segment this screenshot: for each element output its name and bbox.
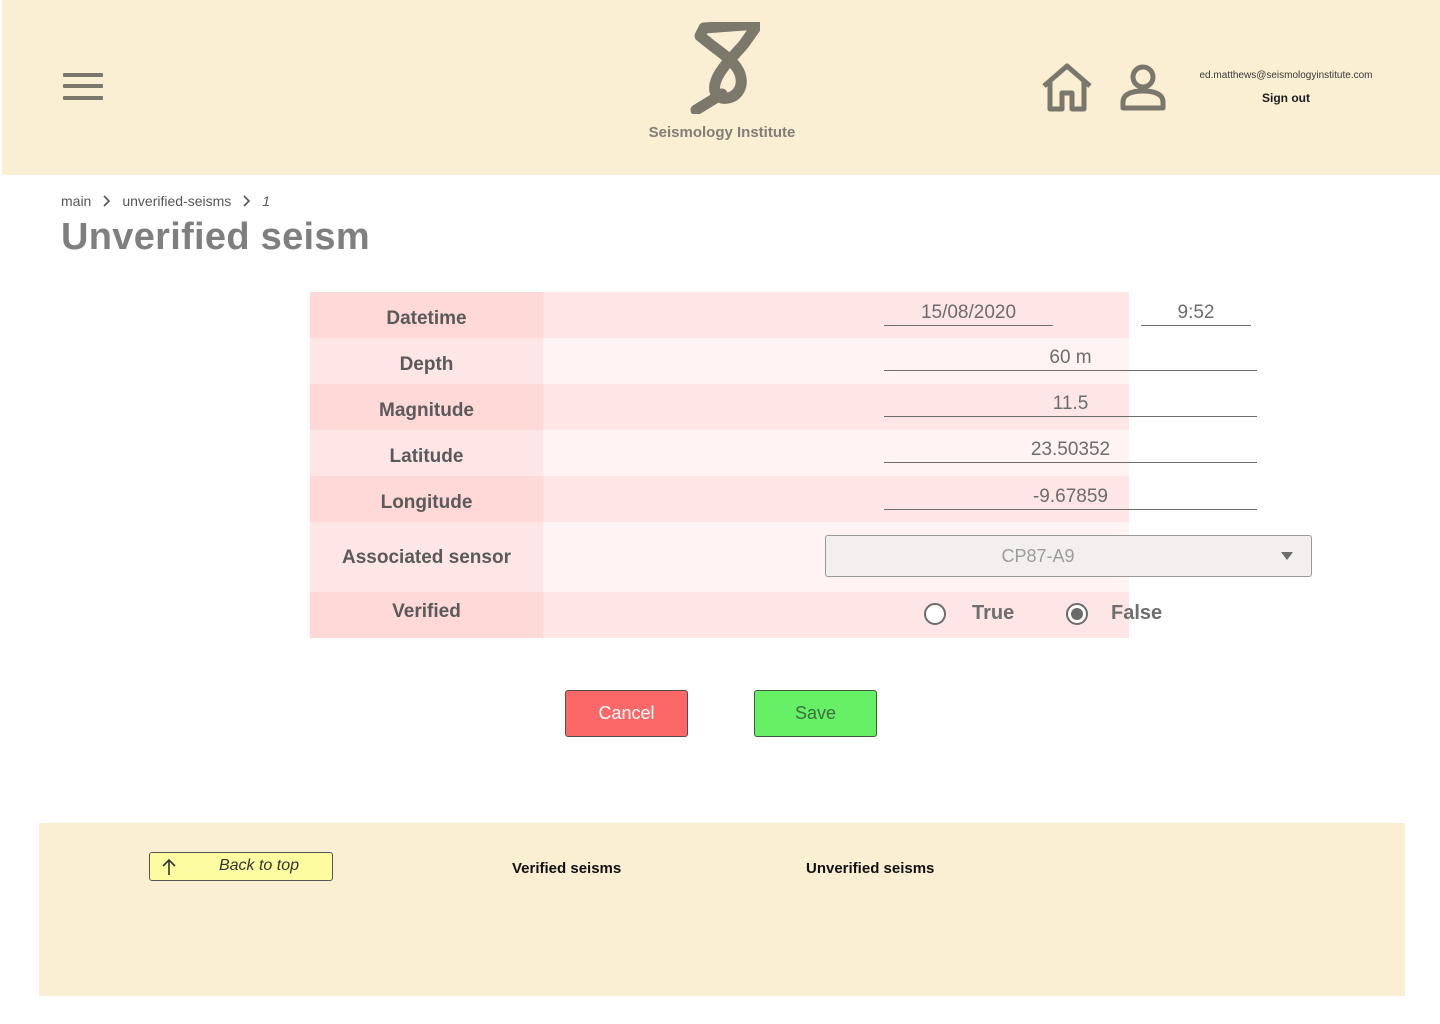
footer: Back to top Verified seisms Unverified s…	[39, 823, 1405, 996]
depth-label: Depth	[310, 338, 543, 384]
header: Seismology Institute ed.matthews@seismol…	[2, 0, 1440, 175]
verified-label: Verified	[310, 592, 543, 638]
breadcrumb: main unverified-seisms 1	[61, 191, 270, 211]
user-icon[interactable]	[1118, 64, 1168, 112]
chevron-right-icon	[243, 195, 251, 207]
verified-true-radio[interactable]	[924, 603, 946, 625]
longitude-label: Longitude	[310, 476, 543, 522]
verified-false-label[interactable]: False	[1111, 602, 1162, 625]
form-row-datetime: Datetime	[310, 292, 1251, 338]
seism-form: Datetime Depth Magnitude Latitude Longit…	[310, 292, 1312, 638]
form-row-verified: Verified True False	[310, 592, 1162, 638]
logo-icon	[690, 22, 760, 114]
cancel-button[interactable]: Cancel	[565, 690, 688, 737]
form-row-depth: Depth	[310, 338, 1257, 384]
form-row-longitude: Longitude	[310, 476, 1257, 522]
brand-name: Seismology Institute	[648, 124, 796, 141]
datetime-label: Datetime	[310, 292, 543, 338]
date-field[interactable]	[884, 300, 1053, 326]
breadcrumb-item-unverified-seisms[interactable]: unverified-seisms	[122, 193, 231, 209]
form-row-magnitude: Magnitude	[310, 384, 1257, 430]
footer-link-verified-seisms[interactable]: Verified seisms	[512, 860, 621, 877]
form-row-sensor: Associated sensor CP87-A9	[310, 522, 1312, 592]
form-row-latitude: Latitude	[310, 430, 1257, 476]
footer-link-unverified-seisms[interactable]: Unverified seisms	[806, 860, 934, 877]
page-title: Unverified seism	[61, 216, 370, 258]
arrow-up-icon	[162, 858, 176, 875]
sensor-select[interactable]: CP87-A9	[825, 535, 1312, 577]
home-icon[interactable]	[1040, 62, 1094, 112]
time-field[interactable]	[1141, 300, 1251, 326]
user-email: ed.matthews@seismologyinstitute.com	[1199, 70, 1373, 81]
longitude-field[interactable]	[884, 484, 1257, 510]
caret-down-icon	[1281, 552, 1293, 560]
menu-icon[interactable]	[63, 72, 105, 102]
chevron-right-icon	[103, 195, 111, 207]
breadcrumb-item-current: 1	[262, 193, 271, 209]
verified-true-label[interactable]: True	[972, 602, 1014, 625]
back-to-top-label: Back to top	[218, 857, 300, 874]
save-button[interactable]: Save	[754, 690, 877, 737]
latitude-label: Latitude	[310, 430, 543, 476]
back-to-top-button[interactable]: Back to top	[149, 852, 333, 881]
sensor-select-value: CP87-A9	[1001, 546, 1075, 566]
sign-out-link[interactable]: Sign out	[1226, 91, 1346, 105]
depth-field[interactable]	[884, 345, 1257, 371]
latitude-field[interactable]	[884, 437, 1257, 463]
breadcrumb-item-main[interactable]: main	[61, 193, 91, 209]
sensor-label: Associated sensor	[310, 522, 543, 592]
magnitude-label: Magnitude	[310, 384, 543, 430]
magnitude-field[interactable]	[884, 391, 1257, 417]
verified-false-radio[interactable]	[1066, 603, 1088, 625]
